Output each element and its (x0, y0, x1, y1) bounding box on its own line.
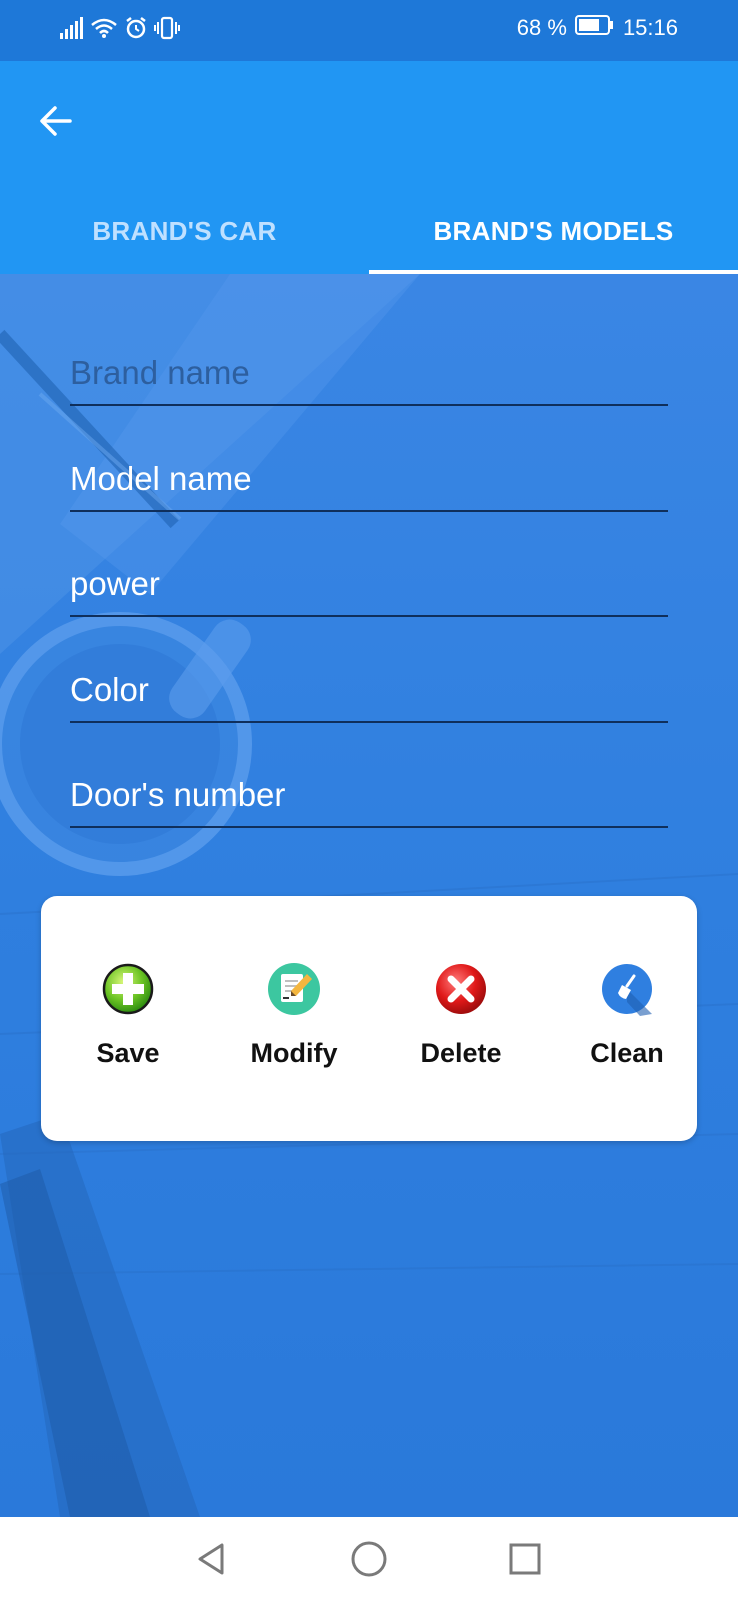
nav-home-button[interactable] (349, 1539, 389, 1579)
modify-label: Modify (250, 1038, 338, 1068)
status-icons-right: 68 % 15:16 (517, 14, 678, 42)
recents-square-icon (509, 1543, 541, 1575)
status-bar: 68 % 15:16 (0, 0, 738, 61)
power-input[interactable] (70, 557, 668, 617)
navigation-bar (0, 1517, 738, 1600)
tab-brands-car[interactable]: BRAND'S CAR (0, 189, 369, 274)
actions-card: Save Modify Delete Clean (41, 896, 697, 1141)
color-input[interactable] (70, 663, 668, 723)
model-name-input[interactable] (70, 452, 668, 512)
edit-document-icon (268, 963, 320, 1015)
signal-icon (60, 17, 84, 44)
save-button[interactable]: Save (58, 962, 198, 1082)
clean-button[interactable]: Clean (557, 962, 697, 1082)
vibrate-icon (154, 16, 180, 45)
nav-recents-button[interactable] (505, 1539, 545, 1579)
delete-label: Delete (420, 1038, 502, 1068)
status-icons-left (60, 16, 180, 45)
back-button[interactable] (34, 99, 78, 143)
nav-back-button[interactable] (192, 1539, 232, 1579)
tab-bar: BRAND'S CAR BRAND'S MODELS (0, 189, 738, 274)
delete-button[interactable]: Delete (391, 962, 531, 1082)
arrow-left-icon (40, 106, 72, 136)
battery-icon (574, 14, 615, 42)
doors-number-input[interactable] (70, 768, 668, 828)
add-plus-icon (102, 963, 154, 1015)
home-circle-icon (351, 1541, 387, 1577)
back-triangle-icon (198, 1543, 224, 1575)
close-x-icon (436, 964, 486, 1014)
wifi-icon (90, 17, 118, 44)
tab-brands-car-label: BRAND'S CAR (92, 216, 277, 246)
save-label: Save (96, 1038, 160, 1068)
brand-name-input[interactable] (70, 346, 668, 406)
tab-brands-models-label: BRAND'S MODELS (433, 216, 674, 246)
clean-label: Clean (590, 1038, 664, 1068)
battery-percentage: 68 % (516, 15, 567, 40)
broom-icon (602, 964, 652, 1016)
tab-brands-models[interactable]: BRAND'S MODELS (369, 189, 738, 274)
clock: 15:16 (622, 15, 678, 40)
app-bar: BRAND'S CAR BRAND'S MODELS (0, 61, 738, 274)
modify-button[interactable]: Modify (224, 962, 364, 1082)
alarm-icon (124, 16, 148, 45)
